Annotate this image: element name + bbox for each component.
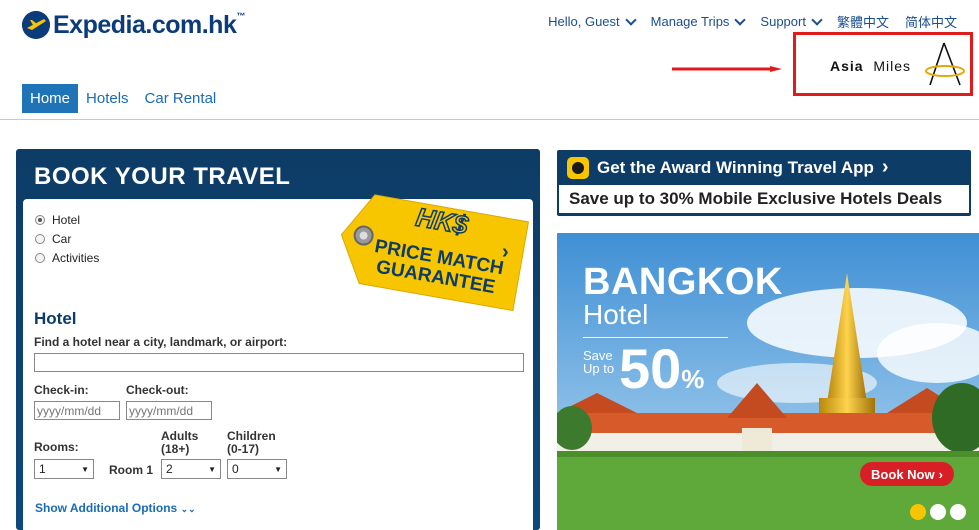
logo-text: Expedia.com.hk™ — [53, 10, 245, 39]
radio-activities[interactable]: Activities — [35, 248, 99, 267]
checkout-label: Check-out: — [126, 383, 189, 397]
rooms-label: Rooms: — [34, 440, 79, 454]
radio-selected-icon — [35, 214, 45, 225]
support-menu[interactable]: Support — [760, 12, 823, 31]
bangkok-promo-banner[interactable]: BANGKOK Hotel Save Up to 50% Book Now › — [557, 233, 979, 530]
app-icon — [567, 156, 589, 179]
carousel-dot-active[interactable] — [910, 504, 926, 520]
app-banner-subtitle: Save up to 30% Mobile Exclusive Hotels D… — [559, 185, 969, 213]
room-number-label: Room 1 — [109, 463, 154, 477]
carousel-dot[interactable] — [930, 504, 946, 520]
dropdown-arrow-icon: ▼ — [274, 464, 282, 474]
tab-home[interactable]: Home — [22, 84, 79, 113]
checkin-label: Check-in: — [34, 383, 89, 397]
red-arrow-annotation — [672, 66, 782, 72]
double-chevron-down-icon: ⌄⌄ — [180, 504, 196, 514]
main-tabs: Home Hotels Car Rental — [22, 84, 224, 113]
account-menu[interactable]: Hello, Guest — [548, 12, 637, 31]
globe-plane-icon — [22, 11, 50, 39]
promo-type: Hotel — [583, 299, 649, 330]
dropdown-arrow-icon: ▼ — [208, 464, 216, 474]
header-divider — [0, 119, 979, 120]
book-now-button[interactable]: Book Now › — [860, 462, 954, 486]
chevron-right-icon: › — [938, 466, 943, 482]
chevron-down-icon — [811, 13, 823, 26]
asia-miles-logo[interactable]: Asia Miles — [793, 32, 973, 96]
top-navigation: Hello, Guest Manage Trips Support 繁體中文 简… — [548, 12, 957, 31]
radio-hotel[interactable]: Hotel — [35, 210, 99, 229]
price-match-guarantee-tag[interactable]: HK$ PRICE MATCH GUARANTEE › — [336, 186, 532, 316]
adults-select[interactable]: 2 ▼ — [161, 459, 221, 479]
promo-save-text: Save Up to — [583, 348, 615, 376]
rooms-select[interactable]: 1 ▼ — [34, 459, 94, 479]
asia-miles-text: Asia Miles — [830, 58, 912, 74]
tab-hotels[interactable]: Hotels — [78, 84, 137, 113]
radio-unselected-icon — [35, 252, 45, 263]
app-banner-title: Get the Award Winning Travel App › — [567, 156, 889, 179]
booking-title: BOOK YOUR TRAVEL — [34, 163, 291, 190]
destination-label: Find a hotel near a city, landmark, or a… — [34, 335, 288, 349]
children-select[interactable]: 0 ▼ — [227, 459, 287, 479]
carousel-dots — [910, 504, 966, 520]
carousel-dot[interactable] — [950, 504, 966, 520]
expedia-logo[interactable]: Expedia.com.hk™ — [22, 8, 245, 42]
children-label: Children (0-17) — [227, 429, 276, 456]
simplified-chinese-link[interactable]: 简体中文 — [905, 12, 957, 31]
checkout-input[interactable] — [126, 401, 212, 420]
asia-miles-emblem-icon — [925, 42, 965, 86]
adults-label: Adults (18+) — [161, 429, 199, 456]
chevron-down-icon — [734, 13, 747, 26]
show-additional-options-link[interactable]: Show Additional Options ⌄⌄ — [35, 501, 196, 515]
traditional-chinese-link[interactable]: 繁體中文 — [837, 12, 889, 31]
chevron-right-icon: › — [881, 156, 889, 178]
app-promo-banner[interactable]: Get the Award Winning Travel App › Save … — [557, 150, 971, 216]
checkin-input[interactable] — [34, 401, 120, 420]
chevron-down-icon — [624, 13, 637, 26]
manage-trips-menu[interactable]: Manage Trips — [651, 12, 747, 31]
promo-percent: 50% — [619, 337, 705, 400]
promo-city: BANGKOK — [583, 261, 783, 303]
chevron-right-icon: › — [502, 241, 509, 263]
section-title: Hotel — [34, 309, 77, 328]
dropdown-arrow-icon: ▼ — [81, 464, 89, 474]
radio-car[interactable]: Car — [35, 229, 99, 248]
radio-unselected-icon — [35, 233, 45, 244]
tab-car-rental[interactable]: Car Rental — [137, 84, 225, 113]
destination-input[interactable] — [34, 353, 524, 372]
